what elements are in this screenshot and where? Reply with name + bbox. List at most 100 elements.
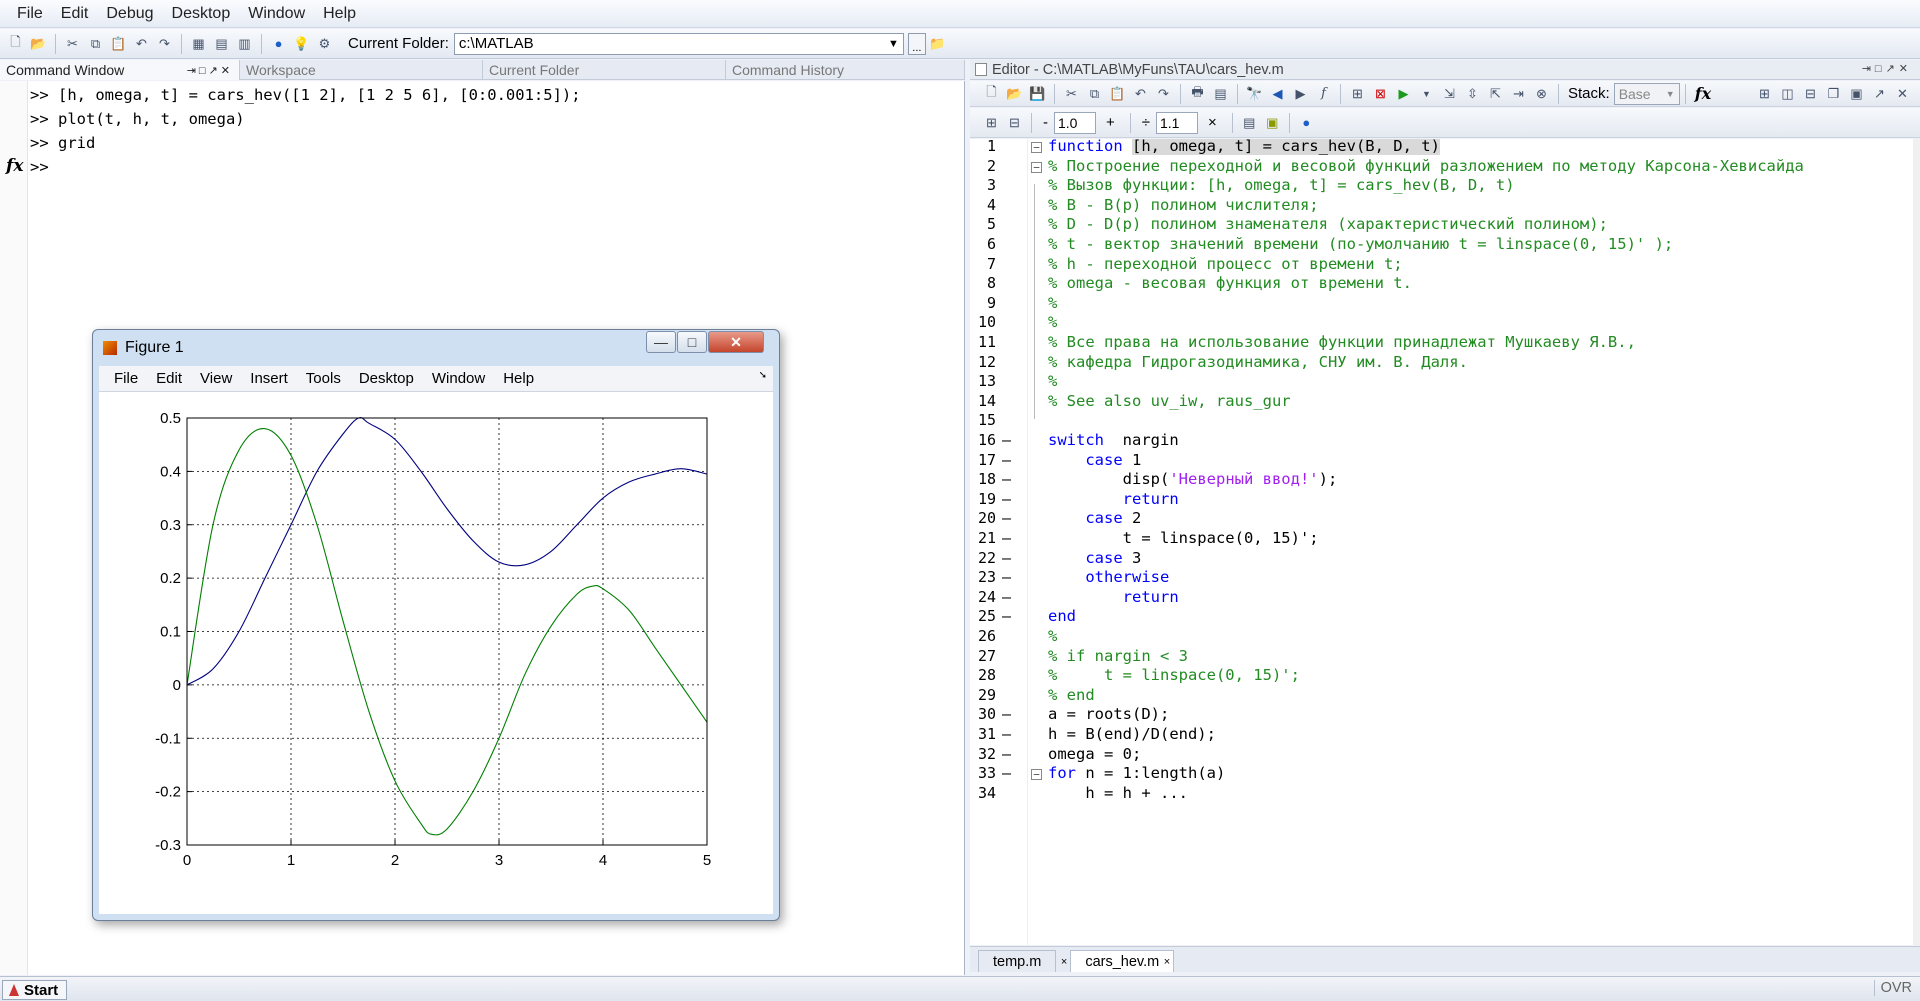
menu-help[interactable]: Help <box>314 5 365 23</box>
tab-current-folder[interactable]: Current Folder <box>483 60 726 80</box>
run-dropdown-icon[interactable]: ▼ <box>1417 84 1436 103</box>
paste-icon[interactable]: 📋 <box>109 34 128 53</box>
tile-grid-icon[interactable]: ⊞ <box>1755 84 1774 103</box>
set-breakpoint-icon[interactable]: ⊞ <box>1348 84 1367 103</box>
profiler-icon[interactable]: ▥ <box>235 34 254 53</box>
maximize-button[interactable]: □ <box>677 331 707 353</box>
publish-icon[interactable]: ▤ <box>1211 84 1230 103</box>
fx-icon[interactable]: fx <box>6 156 23 176</box>
chevron-down-icon[interactable]: ▼ <box>1666 89 1675 99</box>
forward-arrow-icon[interactable]: ▶ <box>1291 84 1310 103</box>
breakpoint-marker[interactable]: – <box>1002 529 1011 547</box>
step-icon[interactable]: ⇲ <box>1440 84 1459 103</box>
editor-titlebar[interactable]: Editor - C:\MATLAB\MyFuns\TAU\cars_hev.m… <box>970 60 1920 80</box>
save-icon[interactable]: 💾 <box>1028 84 1047 103</box>
file-tab-cars-hev[interactable]: cars_hev.m × <box>1070 950 1175 972</box>
eval-cell-icon[interactable]: ⊟ <box>1005 113 1024 132</box>
tile-horizontal-icon[interactable]: ⊟ <box>1801 84 1820 103</box>
back-arrow-icon[interactable]: ◀ <box>1268 84 1287 103</box>
current-folder-input[interactable]: c:\MATLAB ▼ <box>453 32 904 55</box>
float-icon[interactable]: ❐ <box>1824 84 1843 103</box>
increment-value-input[interactable]: 1.0 <box>1054 111 1096 134</box>
file-tab-temp[interactable]: temp.m × <box>978 950 1067 972</box>
tab-command-window[interactable]: Command Window ⇥□↗✕ <box>0 60 240 80</box>
tab-workspace[interactable]: Workspace <box>240 60 483 80</box>
figure-menu-view[interactable]: View <box>191 370 241 387</box>
fx-icon[interactable]: fx <box>1695 84 1711 103</box>
cell-mode-icon[interactable]: ▣ <box>1263 113 1282 132</box>
lightbulb-icon[interactable]: 💡 <box>292 34 311 53</box>
step-in-icon[interactable]: ⇳ <box>1463 84 1482 103</box>
figure-menu-tools[interactable]: Tools <box>297 370 350 387</box>
close-tab-icon[interactable]: × <box>1164 956 1170 968</box>
redo-icon[interactable]: ↷ <box>1154 84 1173 103</box>
step-out-icon[interactable]: ⇱ <box>1486 84 1505 103</box>
figure-menu-desktop[interactable]: Desktop <box>350 370 423 387</box>
help-icon[interactable]: ● <box>269 34 288 53</box>
menu-desktop[interactable]: Desktop <box>163 5 240 23</box>
tab-command-history[interactable]: Command History <box>726 60 965 80</box>
breakpoint-marker[interactable]: – <box>1002 725 1011 743</box>
chevron-down-icon[interactable]: ▼ <box>888 38 899 50</box>
breakpoint-marker[interactable]: – <box>1002 470 1011 488</box>
continue-icon[interactable]: ⇥ <box>1509 84 1528 103</box>
breakpoint-marker[interactable]: – <box>1002 568 1011 586</box>
figure-menu-file[interactable]: File <box>105 370 147 387</box>
up-folder-icon[interactable]: 📁 <box>928 34 947 53</box>
function-browser-icon[interactable]: f <box>1314 84 1333 103</box>
undo-icon[interactable]: ↶ <box>1131 84 1150 103</box>
menu-edit[interactable]: Edit <box>52 5 98 23</box>
paste-icon[interactable]: 📋 <box>1108 84 1127 103</box>
dock-arrow-icon[interactable]: ➘ <box>759 370 767 381</box>
breakpoint-marker[interactable]: – <box>1002 509 1011 527</box>
panel-controls-icon[interactable]: ⇥□↗✕ <box>187 64 233 77</box>
breakpoint-marker[interactable]: – <box>1002 588 1011 606</box>
menu-window[interactable]: Window <box>239 5 314 23</box>
exit-debug-icon[interactable]: ⊗ <box>1532 84 1551 103</box>
breakpoint-marker[interactable]: – <box>1002 705 1011 723</box>
copy-icon[interactable]: ⧉ <box>86 34 105 53</box>
editor-scrollbar[interactable] <box>1913 139 1920 945</box>
minimize-button[interactable]: — <box>646 331 676 353</box>
close-tab-icon[interactable]: × <box>1061 956 1067 968</box>
menu-file[interactable]: File <box>8 5 52 23</box>
open-folder-icon[interactable]: 📂 <box>1005 84 1024 103</box>
breakpoint-marker[interactable]: – <box>1002 764 1011 782</box>
figure-menu-edit[interactable]: Edit <box>147 370 191 387</box>
new-file-icon[interactable]: 🗋 <box>6 34 25 53</box>
guide-icon[interactable]: ▤ <box>212 34 231 53</box>
figure-menu-window[interactable]: Window <box>423 370 494 387</box>
figure-menu-help[interactable]: Help <box>494 370 543 387</box>
plot-axes[interactable]: 0 1 2 3 4 5 -0.3 -0.2 -0.1 0 0.1 0.2 0.3 0.4 0.5 <box>99 392 773 914</box>
editor-code-area[interactable]: 1 2 3 4 5 6 7 8 9 10 11 12 13 14 15 16–17–18–19–20–21–2… <box>970 139 1920 945</box>
show-cell-titles-icon[interactable]: ▤ <box>1240 113 1259 132</box>
breakpoint-marker[interactable]: – <box>1002 490 1011 508</box>
tile-vertical-icon[interactable]: ◫ <box>1778 84 1797 103</box>
maximize-doc-icon[interactable]: ▣ <box>1847 84 1866 103</box>
fold-toggle-icon[interactable]: − <box>1031 769 1042 781</box>
divide-button[interactable]: ÷ <box>1142 114 1150 131</box>
close-icon[interactable]: ✕ <box>1893 84 1912 103</box>
browse-folder-button[interactable]: ... <box>907 32 926 55</box>
figure-menu-insert[interactable]: Insert <box>241 370 297 387</box>
decrement-button[interactable]: - <box>1043 114 1048 131</box>
run-icon[interactable]: ▶ <box>1394 84 1413 103</box>
demos-icon[interactable]: ⚙ <box>315 34 334 53</box>
breakpoint-marker[interactable]: – <box>1002 431 1011 449</box>
fold-toggle-icon[interactable]: − <box>1031 161 1042 173</box>
copy-icon[interactable]: ⧉ <box>1085 84 1104 103</box>
simulink-icon[interactable]: ▦ <box>189 34 208 53</box>
find-icon[interactable]: 🔭 <box>1245 84 1264 103</box>
print-icon[interactable]: 🖶 <box>1188 84 1207 103</box>
breakpoint-marker[interactable]: – <box>1002 745 1011 763</box>
editor-panel-controls-icon[interactable]: ⇥□↗✕ <box>1862 62 1912 75</box>
undo-icon[interactable]: ↶ <box>132 34 151 53</box>
new-file-icon[interactable]: 🗋 <box>982 84 1001 103</box>
breakpoint-marker[interactable]: – <box>1002 451 1011 469</box>
command-prompt[interactable]: >> <box>30 158 49 176</box>
stack-select[interactable]: Base ▼ <box>1613 82 1680 105</box>
divide-value-input[interactable]: 1.1 <box>1156 111 1198 134</box>
help-icon[interactable]: ● <box>1297 113 1316 132</box>
breakpoint-marker[interactable]: – <box>1002 549 1011 567</box>
close-button[interactable]: ✕ <box>708 331 764 353</box>
